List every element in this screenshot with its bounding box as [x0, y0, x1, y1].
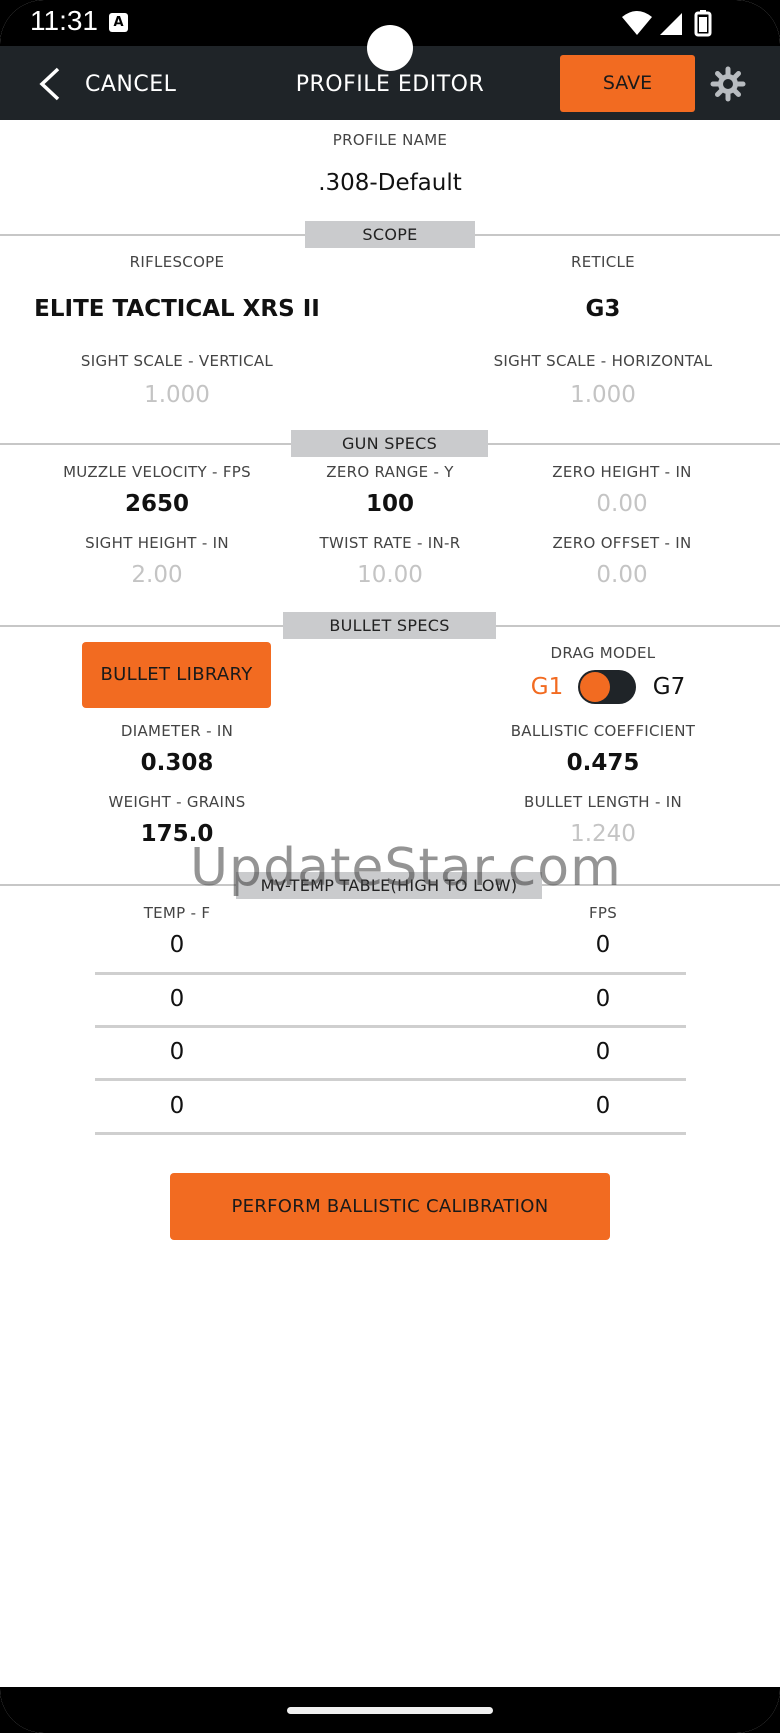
riflescope-label: RIFLESCOPE	[129, 253, 225, 271]
drag-model-label: DRAG MODEL	[550, 644, 656, 662]
zero-offset-field[interactable]: 0.00	[505, 562, 739, 588]
toggle-knob	[580, 672, 610, 702]
fps-cell[interactable]: 0	[470, 932, 736, 958]
save-button[interactable]: SAVE	[560, 55, 695, 112]
sight-height-field[interactable]: 2.00	[40, 562, 274, 588]
muzzle-velocity-field[interactable]: 2650	[40, 491, 274, 517]
row-divider	[95, 1025, 686, 1028]
battery-icon	[694, 10, 712, 37]
reticle-field[interactable]: G3	[470, 296, 736, 322]
zero-range-field[interactable]: 100	[275, 491, 505, 517]
row-divider	[95, 1132, 686, 1135]
signal-icon	[660, 13, 682, 35]
section-mv-temp-table: MV-TEMP TABLE(HIGH TO LOW)	[236, 872, 542, 899]
temp-cell[interactable]: 0	[40, 1093, 314, 1119]
diameter-field[interactable]: 0.308	[40, 750, 314, 776]
home-indicator[interactable]	[287, 1707, 493, 1714]
drag-g7-label: G7	[652, 674, 686, 700]
bullet-library-button[interactable]: BULLET LIBRARY	[82, 642, 271, 708]
cancel-button[interactable]: CANCEL	[38, 64, 178, 104]
fps-cell[interactable]: 0	[470, 986, 736, 1012]
twist-rate-field[interactable]: 10.00	[275, 562, 505, 588]
bullet-length-field[interactable]: 1.240	[470, 821, 736, 847]
sight-scale-vertical-label: SIGHT SCALE - VERTICAL	[80, 352, 274, 370]
row-divider	[95, 972, 686, 975]
zero-range-label: ZERO RANGE - Y	[326, 463, 454, 481]
section-gun-specs: GUN SPECS	[291, 430, 488, 457]
sight-scale-horizontal-label: SIGHT SCALE - HORIZONTAL	[493, 352, 713, 370]
zero-offset-label: ZERO OFFSET - IN	[552, 534, 692, 552]
profile-name-field[interactable]: .308-Default	[190, 170, 590, 196]
sight-scale-horizontal-field[interactable]: 1.000	[470, 382, 736, 408]
temp-cell[interactable]: 0	[40, 1039, 314, 1065]
cancel-label: CANCEL	[85, 72, 177, 97]
ballistic-coefficient-field[interactable]: 0.475	[470, 750, 736, 776]
wifi-icon	[622, 11, 652, 35]
temp-cell[interactable]: 0	[40, 932, 314, 958]
weight-label: WEIGHT - GRAINS	[108, 793, 246, 811]
status-time: 11:31	[30, 5, 98, 36]
screen-title: PROFILE EDITOR	[295, 72, 485, 97]
temp-cell[interactable]: 0	[40, 986, 314, 1012]
perform-ballistic-calibration-button[interactable]: PERFORM BALLISTIC CALIBRATION	[170, 1173, 610, 1240]
gear-icon[interactable]	[710, 66, 746, 102]
zero-height-label: ZERO HEIGHT - IN	[552, 463, 692, 481]
status-icons	[622, 10, 712, 37]
camera-cutout	[367, 25, 413, 71]
row-divider	[95, 1078, 686, 1081]
diameter-label: DIAMETER - IN	[120, 722, 234, 740]
fps-cell[interactable]: 0	[470, 1093, 736, 1119]
drag-g1-label: G1	[530, 674, 564, 700]
section-bullet-specs: BULLET SPECS	[283, 612, 496, 639]
ballistic-coefficient-label: BALLISTIC COEFFICIENT	[510, 722, 696, 740]
muzzle-velocity-label: MUZZLE VELOCITY - FPS	[63, 463, 251, 481]
phone-screen: 11:31 A CANCEL PROFILE EDITOR SAVE PROFI…	[0, 0, 780, 1733]
section-scope: SCOPE	[305, 221, 475, 248]
temp-header: TEMP - F	[143, 904, 211, 922]
sight-height-label: SIGHT HEIGHT - IN	[85, 534, 229, 552]
bullet-length-label: BULLET LENGTH - IN	[524, 793, 682, 811]
notification-icon: A	[109, 13, 128, 32]
reticle-label: RETICLE	[571, 253, 635, 271]
zero-height-field[interactable]: 0.00	[505, 491, 739, 517]
fps-header: FPS	[588, 904, 618, 922]
sight-scale-vertical-field[interactable]: 1.000	[40, 382, 314, 408]
drag-model-toggle[interactable]	[578, 670, 636, 704]
twist-rate-label: TWIST RATE - IN-R	[319, 534, 461, 552]
weight-field[interactable]: 175.0	[40, 821, 314, 847]
riflescope-field[interactable]: ELITE TACTICAL XRS II	[20, 296, 334, 322]
profile-name-label: PROFILE NAME	[332, 131, 448, 149]
fps-cell[interactable]: 0	[470, 1039, 736, 1065]
back-arrow-icon	[39, 67, 60, 101]
